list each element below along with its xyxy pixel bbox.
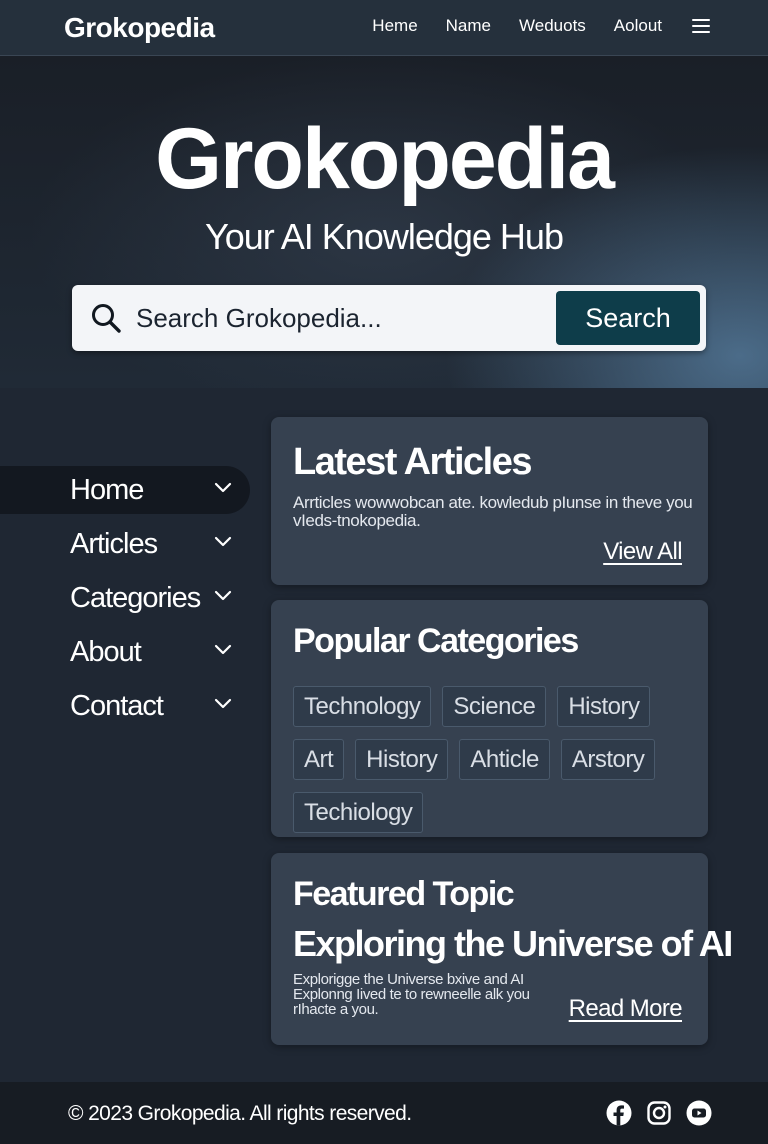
category-tags: Technology Science History Art History A… xyxy=(293,686,693,833)
social-links xyxy=(606,1100,712,1126)
footer: © 2023 Grokopedia. All rights reserved. xyxy=(0,1082,768,1144)
search-bar: Search xyxy=(72,285,706,351)
sidebar-item-articles[interactable]: Articles xyxy=(0,520,250,568)
category-tag[interactable]: Arstory xyxy=(560,739,656,780)
view-all-link[interactable]: View All xyxy=(603,538,682,566)
popular-categories-card: Popular Categories Technology Science Hi… xyxy=(271,600,708,837)
top-navbar: Grokopedia Heme Name Weduots Aolout xyxy=(0,0,768,56)
sidebar-item-contact[interactable]: Contact xyxy=(0,682,250,730)
brand-logo[interactable]: Grokopedia xyxy=(64,12,215,44)
chevron-down-icon xyxy=(214,590,232,601)
featured-headline: Exploring the Universe of AI xyxy=(293,923,733,964)
card-description: Arrticles wowwobcan ate. kowledub pIunse… xyxy=(293,493,693,530)
copyright-text: © 2023 Grokopedia. All rights reserved. xyxy=(68,1102,412,1125)
facebook-icon[interactable] xyxy=(606,1100,632,1126)
sidebar-item-about[interactable]: About xyxy=(0,628,250,676)
nav-link-home[interactable]: Heme xyxy=(372,16,417,36)
nav-link-name[interactable]: Name xyxy=(446,16,491,36)
category-tag[interactable]: History xyxy=(557,686,651,727)
sidebar-item-label: Home xyxy=(70,473,144,506)
category-tag[interactable]: History xyxy=(355,739,449,780)
chevron-down-icon xyxy=(214,536,232,547)
card-title: Featured Topic xyxy=(293,875,515,913)
category-tag[interactable]: Techiology xyxy=(293,792,424,833)
search-icon xyxy=(92,304,121,333)
top-nav-links: Heme Name Weduots Aolout xyxy=(372,16,710,36)
nav-link-about[interactable]: Aolout xyxy=(614,16,662,36)
card-title: Popular Categories xyxy=(293,622,579,660)
hero-title: Grokopedia xyxy=(155,111,615,207)
sidebar-item-categories[interactable]: Categories xyxy=(0,574,250,622)
chevron-down-icon xyxy=(214,482,232,493)
sidebar-item-label: Categories xyxy=(70,581,201,614)
sidebar-item-label: About xyxy=(70,635,142,668)
read-more-link[interactable]: Read More xyxy=(569,995,683,1023)
card-description: Explorigge the Universe bxive and AI Exp… xyxy=(293,971,530,1018)
sidebar-menu: Home Articles Categories About Contact xyxy=(0,466,250,736)
sidebar-item-label: Articles xyxy=(70,527,158,560)
instagram-icon[interactable] xyxy=(646,1100,672,1126)
chevron-down-icon xyxy=(214,698,232,709)
category-tag[interactable]: Art xyxy=(293,739,345,780)
card-title: Latest Articles xyxy=(293,441,532,483)
search-button[interactable]: Search xyxy=(556,291,700,345)
page: Grokopedia Heme Name Weduots Aolout Grok… xyxy=(0,0,768,1144)
category-tag[interactable]: Science xyxy=(442,686,547,727)
chevron-down-icon xyxy=(214,644,232,655)
hero-section: Grokopedia Your AI Knowledge Hub Search xyxy=(0,56,768,388)
youtube-icon[interactable] xyxy=(686,1100,712,1126)
hamburger-menu-icon[interactable] xyxy=(692,19,710,33)
nav-link-weduots[interactable]: Weduots xyxy=(519,16,586,36)
latest-articles-card: Latest Articles Arrticles wowwobcan ate.… xyxy=(271,417,708,585)
search-input[interactable] xyxy=(136,299,606,337)
sidebar-item-home[interactable]: Home xyxy=(0,466,250,514)
hero-subtitle: Your AI Knowledge Hub xyxy=(205,216,564,257)
featured-topic-card: Featured Topic Exploring the Universe of… xyxy=(271,853,733,1045)
category-tag[interactable]: Ahticle xyxy=(459,739,550,780)
category-tag[interactable]: Technology xyxy=(293,686,432,727)
sidebar-item-label: Contact xyxy=(70,689,164,722)
